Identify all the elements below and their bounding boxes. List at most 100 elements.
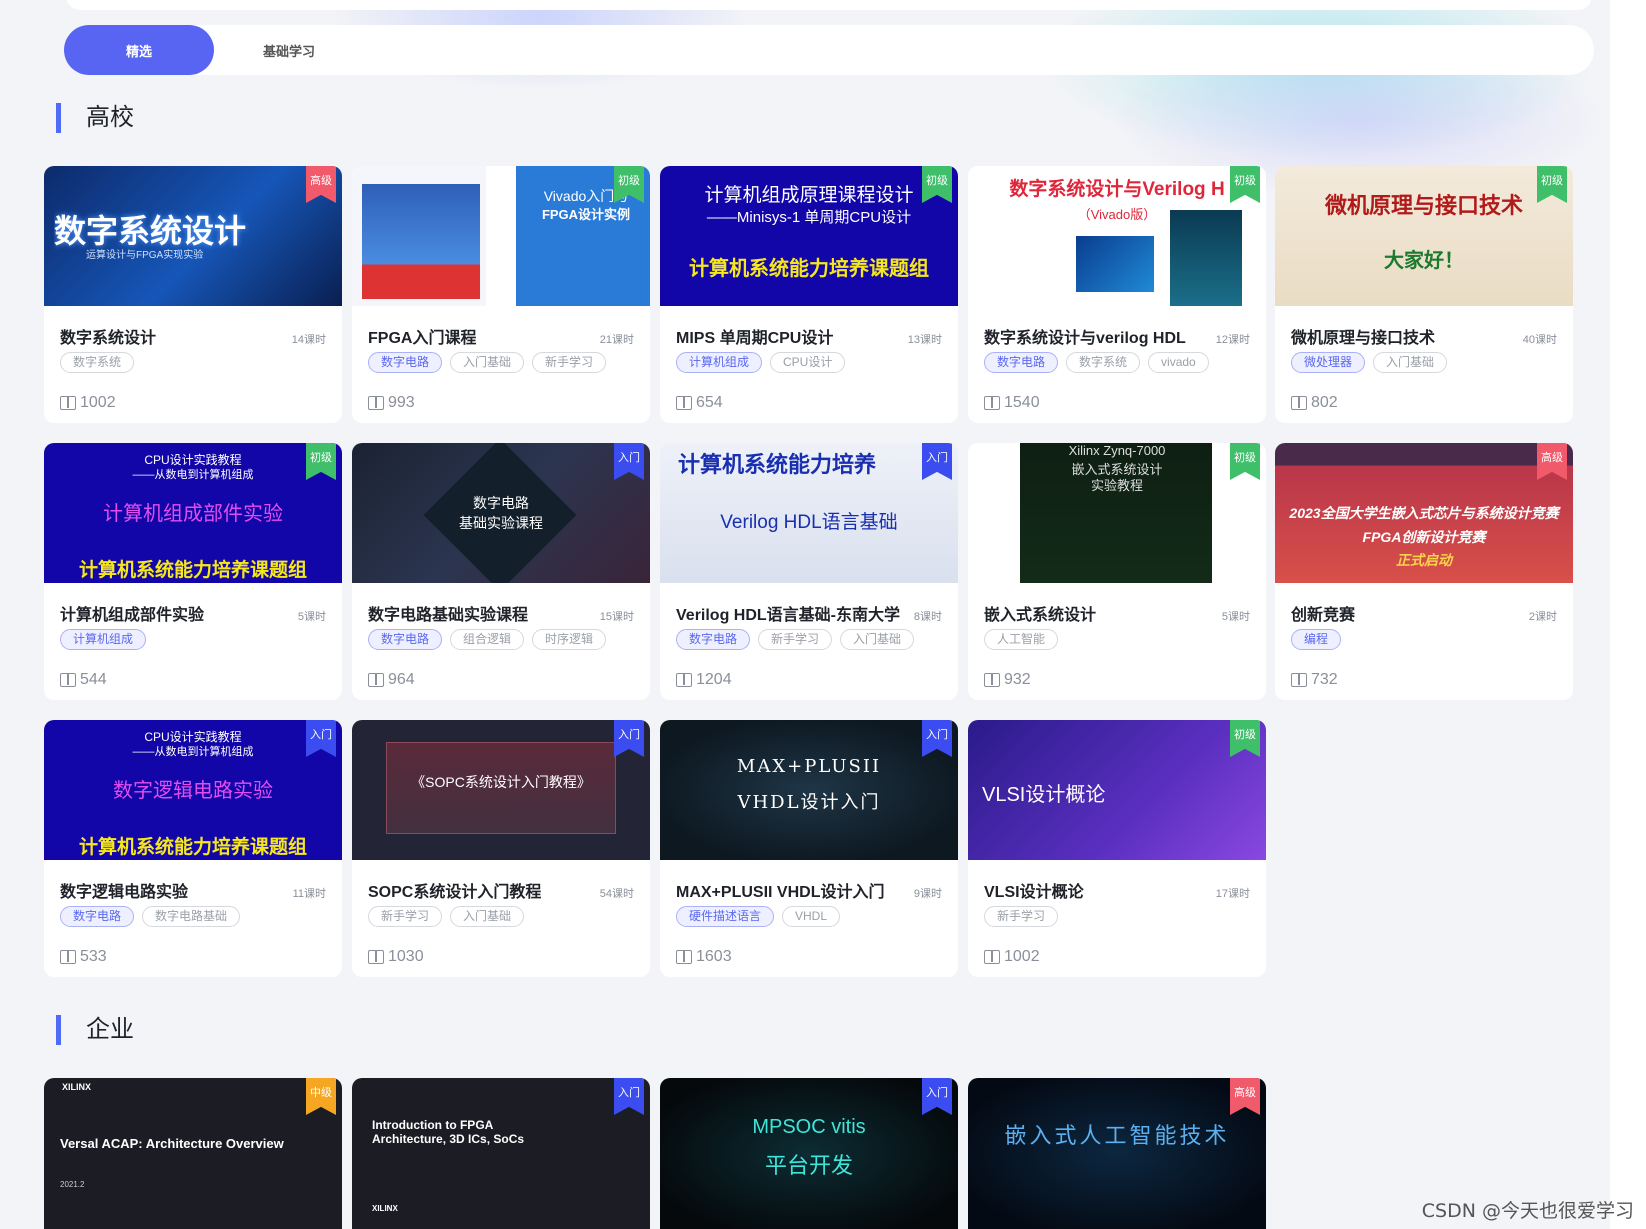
- thumb-subtitle: ——从数电到计算机组成: [132, 469, 254, 481]
- thumb-title: 微机原理与接口技术: [1324, 193, 1523, 218]
- course-card[interactable]: Introduction to FPGA Architecture, 3D IC…: [352, 1078, 650, 1229]
- course-title: MIPS 单周期CPU设计: [676, 330, 834, 347]
- course-tag[interactable]: 数字系统: [60, 352, 135, 373]
- course-hours: 2课时: [1528, 611, 1557, 623]
- course-card[interactable]: VLSI设计概论 初级 VLSI设计概论 17课时 新手学习 1002: [968, 720, 1266, 977]
- course-card[interactable]: XILINX Versal ACAP: Architecture Overvie…: [44, 1078, 342, 1229]
- course-hours: 21课时: [599, 334, 634, 346]
- thumb-title: VLSI设计概论: [982, 784, 1106, 806]
- course-tag[interactable]: 组合逻辑: [450, 629, 525, 650]
- thumb-brand: XILINX: [372, 1204, 398, 1213]
- course-card[interactable]: 计算机系统能力培养 Verilog HDL语言基础 入门 Verilog HDL…: [660, 443, 958, 700]
- course-tag[interactable]: 入门基础: [450, 906, 525, 927]
- course-thumbnail: 2023全国大学生嵌入式芯片与系统设计竞赛 FPGA创新设计竞赛 正式启动 高级: [1275, 443, 1573, 583]
- course-tag[interactable]: VHDL: [782, 906, 841, 927]
- view-count: 1002: [60, 394, 116, 412]
- level-badge: 高级: [306, 166, 336, 203]
- course-title: 计算机组成部件实验: [60, 607, 205, 624]
- level-badge: 初级: [1230, 720, 1260, 757]
- thumb-title: 嵌入式人工智能技术: [1004, 1123, 1230, 1148]
- course-tag[interactable]: 数字电路: [984, 352, 1059, 373]
- course-tag[interactable]: 编程: [1291, 629, 1342, 650]
- course-card[interactable]: Xilinx Zynq-7000 嵌入式系统设计 实验教程 初级 嵌入式系统设计…: [968, 443, 1266, 700]
- course-hours: 15课时: [599, 611, 634, 623]
- view-count: 932: [984, 671, 1031, 689]
- thumb-subtitle-2: 实验教程: [1090, 478, 1143, 493]
- course-hours: 14课时: [291, 334, 326, 346]
- thumb-subtitle: 平台开发: [764, 1153, 853, 1178]
- course-card[interactable]: CPU设计实践教程 ——从数电到计算机组成 数字逻辑电路实验 计算机系统能力培养…: [44, 720, 342, 977]
- course-title: 创新竞赛: [1291, 607, 1356, 624]
- course-card[interactable]: 计算机组成原理课程设计 ——Minisys-1 单周期CPU设计 计算机系统能力…: [660, 166, 958, 423]
- tab-basic-learning[interactable]: 基础学习: [214, 25, 364, 75]
- course-card[interactable]: CPU设计实践教程 ——从数电到计算机组成 计算机组成部件实验 计算机系统能力培…: [44, 443, 342, 700]
- course-tag[interactable]: 入门基础: [840, 629, 915, 650]
- course-tag[interactable]: 数字系统: [1066, 352, 1141, 373]
- scrollbar-track[interactable]: [1610, 0, 1646, 1229]
- course-tag[interactable]: 新手学习: [368, 906, 443, 927]
- course-tag[interactable]: 数字电路基础: [142, 906, 241, 927]
- course-tag[interactable]: 数字电路: [368, 629, 443, 650]
- course-card[interactable]: 2023全国大学生嵌入式芯片与系统设计竞赛 FPGA创新设计竞赛 正式启动 高级…: [1275, 443, 1573, 700]
- section-title-university: 高校: [56, 103, 134, 133]
- course-tag[interactable]: 计算机组成: [676, 352, 763, 373]
- course-tag[interactable]: 新手学习: [984, 906, 1059, 927]
- course-card[interactable]: MAX+PLUSII VHDL设计入门 入门 MAX+PLUSII VHDL设计…: [660, 720, 958, 977]
- level-badge: 入门: [614, 443, 644, 480]
- course-hours: 9课时: [913, 888, 942, 900]
- thumb-title: 2023全国大学生嵌入式芯片与系统设计竞赛: [1289, 505, 1559, 521]
- book-icon: [368, 396, 384, 410]
- course-thumbnail: 计算机组成原理课程设计 ——Minisys-1 单周期CPU设计 计算机系统能力…: [660, 166, 958, 306]
- course-tag[interactable]: 微处理器: [1291, 352, 1366, 373]
- course-tag[interactable]: 计算机组成: [60, 629, 147, 650]
- course-tag[interactable]: 入门基础: [1373, 352, 1448, 373]
- course-card[interactable]: 《SOPC系统设计入门教程》 入门 SOPC系统设计入门教程 54课时 新手学习入…: [352, 720, 650, 977]
- course-hours: 12课时: [1215, 334, 1250, 346]
- course-hours: 5课时: [297, 611, 326, 623]
- course-title: 数字系统设计与verilog HDL: [984, 330, 1186, 347]
- course-tag[interactable]: vivado: [1148, 352, 1209, 373]
- course-card[interactable]: 嵌入式人工智能技术 高级: [968, 1078, 1266, 1229]
- book-icon: [984, 396, 1000, 410]
- course-thumbnail: CPU设计实践教程 ——从数电到计算机组成 数字逻辑电路实验 计算机系统能力培养…: [44, 720, 342, 860]
- tab-featured[interactable]: 精选: [64, 25, 214, 75]
- course-tag[interactable]: CPU设计: [770, 352, 846, 373]
- course-card[interactable]: Vivado入门与 FPGA设计实例 初级 FPGA入门课程 21课时 数字电路入…: [352, 166, 650, 423]
- course-tag[interactable]: 数字电路: [368, 352, 443, 373]
- course-card[interactable]: MPSOC vitis 平台开发 入门: [660, 1078, 958, 1229]
- course-thumbnail: 计算机系统能力培养 Verilog HDL语言基础 入门: [660, 443, 958, 583]
- course-tag[interactable]: 时序逻辑: [532, 629, 607, 650]
- course-thumbnail: Introduction to FPGA Architecture, 3D IC…: [352, 1078, 650, 1229]
- thumb-title: MPSOC vitis: [752, 1116, 866, 1138]
- course-card[interactable]: 数字系统设计 运算设计与FPGA实现实验 高级 数字系统设计 14课时 数字系统 …: [44, 166, 342, 423]
- book-icon: [984, 950, 1000, 964]
- course-tag[interactable]: 数字电路: [60, 906, 135, 927]
- course-thumbnail: 数字电路 基础实验课程 入门: [352, 443, 650, 583]
- course-title: 数字系统设计: [60, 330, 157, 347]
- thumb-title: 计算机组成原理课程设计: [704, 185, 914, 206]
- course-tag[interactable]: 硬件描述语言: [676, 906, 775, 927]
- thumb-subtitle: FPGA设计实例: [541, 207, 631, 222]
- view-count: 802: [1291, 394, 1338, 412]
- view-count: 533: [60, 948, 107, 966]
- course-tag[interactable]: 新手学习: [532, 352, 607, 373]
- course-title: 嵌入式系统设计: [984, 607, 1097, 624]
- level-badge: 入门: [922, 720, 952, 757]
- course-tag[interactable]: 入门基础: [450, 352, 525, 373]
- course-hours: 54课时: [599, 888, 634, 900]
- course-tag[interactable]: 数字电路: [676, 629, 751, 650]
- course-card[interactable]: 微机原理与接口技术 大家好！ 初级 微机原理与接口技术 40课时 微处理器 入门基础…: [1275, 166, 1573, 423]
- course-card[interactable]: 数字系统设计与Verilog H （Vivado版） 初级 数字系统设计与ver…: [968, 166, 1266, 423]
- course-thumbnail: Xilinx Zynq-7000 嵌入式系统设计 实验教程 初级: [968, 443, 1266, 583]
- course-card[interactable]: 数字电路 基础实验课程 入门 数字电路基础实验课程 15课时 数字电路 组合逻辑 时序…: [352, 443, 650, 700]
- course-thumbnail: 微机原理与接口技术 大家好！ 初级: [1275, 166, 1573, 306]
- thumb-subtitle: 运算设计与FPGA实现实验: [86, 250, 204, 261]
- book-icon: [368, 673, 384, 687]
- course-tag[interactable]: 人工智能: [984, 629, 1059, 650]
- thumb-title: Xilinx Zynq-7000: [1068, 443, 1166, 458]
- book-cover-image: [1170, 210, 1242, 306]
- course-tag[interactable]: 新手学习: [758, 629, 833, 650]
- book-icon: [984, 673, 1000, 687]
- course-title: VLSI设计概论: [984, 884, 1084, 901]
- level-badge: 高级: [1230, 1078, 1260, 1115]
